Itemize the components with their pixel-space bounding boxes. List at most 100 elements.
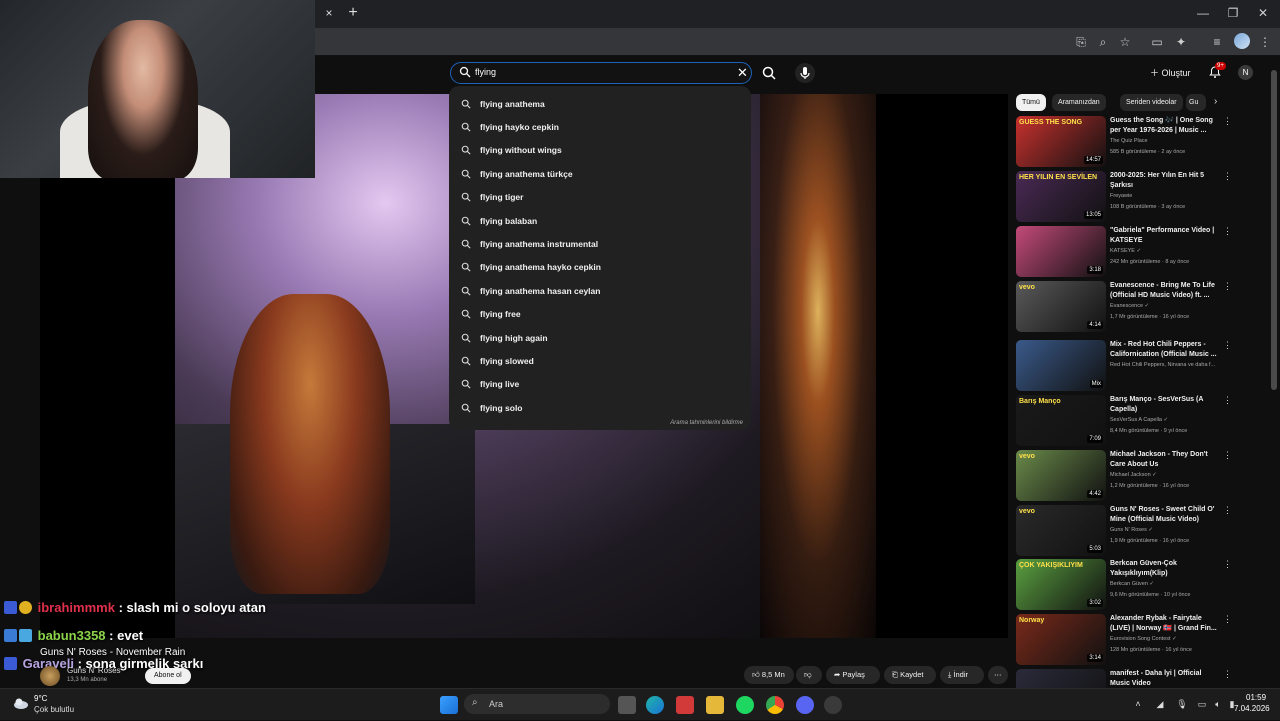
subscribe-button[interactable]: Abone ol — [145, 668, 191, 684]
recommendation-title[interactable]: Berkcan Güven-Çok Yakışıklıyım(Klip) — [1110, 559, 1220, 579]
recommendation-card[interactable]: HER YILIN EN SEVİLEN 13:05 2000-2025: Her … — [1016, 171, 1232, 223]
video-thumbnail[interactable]: HER YILIN EN SEVİLEN 13:05 — [1016, 171, 1106, 222]
more-options-icon[interactable]: ⋮ — [1223, 559, 1232, 570]
app-misc-icon[interactable] — [824, 696, 842, 714]
chip-from-search[interactable]: Aramanızdan — [1052, 94, 1106, 111]
channel-name[interactable]: Guns N' Roses — [67, 666, 121, 675]
recommendation-channel[interactable]: SesVerSus A Capella ✓ — [1110, 417, 1168, 423]
more-actions-button[interactable]: ⋯ — [988, 666, 1008, 684]
browser-profile-avatar[interactable] — [1234, 33, 1250, 49]
suggestion-item[interactable]: flying slowed — [449, 349, 751, 372]
search-input[interactable]: flying ✕ — [450, 62, 752, 84]
new-tab-button[interactable]: + — [344, 4, 362, 22]
recommendation-title[interactable]: Alexander Rybak - Fairytale (LIVE) | Nor… — [1110, 614, 1220, 634]
video-thumbnail[interactable]: Norway 3:14 — [1016, 614, 1106, 665]
suggestion-item[interactable]: flying high again — [449, 326, 751, 349]
edge-browser-icon[interactable] — [646, 696, 664, 714]
install-app-icon[interactable]: ⎘ — [1072, 33, 1090, 51]
video-thumbnail[interactable]: ÇOK YAKIŞIKLIYIM 3:02 — [1016, 559, 1106, 610]
clock-date[interactable]: 7.04.2026 — [1234, 704, 1270, 713]
create-button[interactable]: ＋ Oluştur — [1150, 66, 1191, 79]
recommendation-channel[interactable]: Berkcan Güven ✓ — [1110, 581, 1154, 587]
recommendation-title[interactable]: 2000-2025: Her Yılın En Hit 5 Şarkısı — [1110, 171, 1220, 191]
video-thumbnail[interactable]: Mix — [1016, 340, 1106, 391]
chip-series[interactable]: Seriden videolar — [1120, 94, 1183, 111]
recommendation-card[interactable]: Mix Mix - Red Hot Chili Peppers - Califor… — [1016, 340, 1232, 392]
recommendation-card[interactable]: vevo 5:03 Guns N' Roses - Sweet Child O' M… — [1016, 505, 1232, 557]
tab-close-button[interactable]: × — [322, 6, 336, 20]
media-control-icon[interactable]: ≡ — [1208, 33, 1226, 51]
close-window-button[interactable]: ✕ — [1248, 4, 1278, 22]
file-explorer-icon[interactable] — [706, 696, 724, 714]
suggestion-item[interactable]: flying anathema hayko cepkin — [449, 256, 751, 279]
download-button[interactable]: ⤓ İndir — [940, 666, 984, 684]
suggestion-item[interactable]: flying tiger — [449, 186, 751, 209]
browser-menu-icon[interactable]: ⋮ — [1256, 33, 1274, 51]
recommendation-title[interactable]: "Gabriela" Performance Video | KATSEYE — [1110, 226, 1220, 246]
suggestion-item[interactable]: flying without wings — [449, 139, 751, 162]
more-options-icon[interactable]: ⋮ — [1223, 505, 1232, 516]
recommendation-card[interactable]: vevo 4:14 Evanescence - Bring Me To Life (… — [1016, 281, 1232, 333]
suggestion-item[interactable]: flying anathema instrumental — [449, 232, 751, 255]
recommendation-title[interactable]: Guns N' Roses - Sweet Child O' Mine (Off… — [1110, 505, 1220, 525]
translate-icon[interactable]: ▭ — [1148, 33, 1166, 51]
suggestion-item[interactable]: flying balaban — [449, 209, 751, 232]
more-options-icon[interactable]: ⋮ — [1223, 340, 1232, 351]
microphone-tray-icon[interactable]: 🎙︎ — [1176, 698, 1188, 710]
search-button[interactable] — [760, 64, 778, 82]
maximize-button[interactable]: ❐ — [1218, 4, 1248, 22]
bookmark-star-icon[interactable]: ☆ — [1116, 33, 1134, 51]
suggestion-item[interactable]: flying free — [449, 303, 751, 326]
video-thumbnail[interactable]: vevo 4:42 — [1016, 450, 1106, 501]
recommendation-channel[interactable]: The Quiz Place — [1110, 138, 1148, 144]
chevron-right-icon[interactable]: › — [1214, 96, 1217, 107]
save-button[interactable]: ⎗ Kaydet — [884, 666, 936, 684]
more-options-icon[interactable]: ⋮ — [1223, 116, 1232, 127]
video-thumbnail[interactable]: 3:18 — [1016, 226, 1106, 277]
tray-app-icon[interactable]: ◢ — [1154, 698, 1166, 710]
suggestion-item[interactable]: flying hayko cepkin — [449, 115, 751, 138]
chip-partial[interactable]: Gu — [1186, 94, 1206, 111]
recommendation-channel[interactable]: KATSEYE ✓ — [1110, 248, 1141, 254]
like-button[interactable]: 👍︎ 8,5 Mn — [744, 666, 794, 684]
more-options-icon[interactable]: ⋮ — [1223, 395, 1232, 406]
suggestion-item[interactable]: flying solo — [449, 396, 751, 419]
recommendation-channel[interactable]: Red Hot Chili Peppers, Nirvana ve daha f… — [1110, 362, 1215, 368]
clear-search-icon[interactable]: ✕ — [737, 65, 748, 81]
more-options-icon[interactable]: ⋮ — [1223, 171, 1232, 182]
weather-temperature[interactable]: 9°C — [34, 694, 47, 703]
recommendation-channel[interactable]: Eurovision Song Contest ✓ — [1110, 636, 1177, 642]
recommendation-card[interactable]: Barış Manço 7:09 Barış Manço - SesVerSus (… — [1016, 395, 1232, 447]
cloud-icon[interactable] — [12, 696, 30, 710]
recommendation-card[interactable]: Norway 3:14 Alexander Rybak - Fairytale (L… — [1016, 614, 1232, 666]
volume-icon[interactable]: 🔈︎ — [1212, 698, 1224, 710]
recommendation-channel[interactable]: Freyawie — [1110, 193, 1132, 199]
more-options-icon[interactable]: ⋮ — [1223, 669, 1232, 680]
zoom-icon[interactable]: ⌕ — [1094, 33, 1112, 51]
recommendation-title[interactable]: Evanescence - Bring Me To Life (Official… — [1110, 281, 1220, 301]
recommendation-title[interactable]: Mix - Red Hot Chili Peppers - Californic… — [1110, 340, 1220, 360]
recommendation-title[interactable]: Michael Jackson - They Don't Care About … — [1110, 450, 1220, 470]
report-predictions-link[interactable]: Arama tahminlerini bildirme — [670, 420, 743, 426]
channel-avatar[interactable] — [40, 666, 60, 686]
extensions-icon[interactable]: ✦ — [1172, 33, 1190, 51]
recommendation-title[interactable]: Guess the Song 🎶 | One Song per Year 197… — [1110, 116, 1220, 136]
more-options-icon[interactable]: ⋮ — [1223, 281, 1232, 292]
network-icon[interactable]: ▭ — [1196, 698, 1208, 710]
more-options-icon[interactable]: ⋮ — [1223, 450, 1232, 461]
clock-time[interactable]: 01:59 — [1246, 693, 1266, 702]
video-thumbnail[interactable]: vevo 4:14 — [1016, 281, 1106, 332]
tray-expand-icon[interactable]: ˄ — [1132, 698, 1144, 710]
minimize-button[interactable]: — — [1188, 4, 1218, 22]
suggestion-item[interactable]: flying anathema hasan ceylan — [449, 279, 751, 302]
discord-icon[interactable] — [796, 696, 814, 714]
chip-all[interactable]: Tümü — [1016, 94, 1046, 111]
recommendation-channel[interactable]: Guns N' Roses ✓ — [1110, 527, 1153, 533]
voice-search-button[interactable] — [795, 63, 815, 83]
dislike-button[interactable]: 👎︎ — [796, 666, 822, 684]
start-menu-icon[interactable] — [440, 696, 458, 714]
recommendation-card[interactable]: 3:18 "Gabriela" Performance Video | KATSE… — [1016, 226, 1232, 278]
recommendation-card[interactable]: GUESS THE SONG 14:57 Guess the Song 🎶 | On… — [1016, 116, 1232, 168]
recommendation-card[interactable]: vevo 4:42 Michael Jackson - They Don't Car… — [1016, 450, 1232, 502]
video-thumbnail[interactable]: Barış Manço 7:09 — [1016, 395, 1106, 446]
